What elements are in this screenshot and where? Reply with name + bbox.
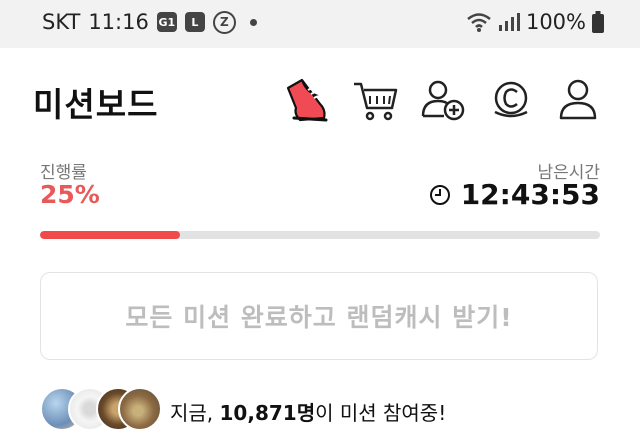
- participants-text: 지금, 10,871명이 미션 참여중!: [170, 397, 446, 426]
- signal-icon: [498, 13, 520, 31]
- progress-bar: [40, 231, 600, 239]
- more-notifications-dot: [249, 18, 257, 26]
- g1-notification-icon: G1: [156, 12, 177, 32]
- sneaker-button[interactable]: [280, 74, 332, 126]
- battery-percent: 100%: [525, 10, 586, 34]
- profile-icon: [559, 79, 597, 120]
- battery-icon: [592, 11, 604, 33]
- coin-icon: [494, 81, 528, 118]
- remaining-time-value: 12:43:53: [460, 178, 600, 211]
- clock: 11:16: [88, 10, 149, 34]
- sneaker-icon: [286, 78, 328, 122]
- random-cash-button-label: 모든 미션 완료하고 랜덤캐시 받기!: [125, 303, 513, 332]
- coin-button[interactable]: [486, 74, 538, 126]
- status-bar-left: SKT 11:16 G1 L Z: [42, 10, 257, 34]
- participants-prefix: 지금,: [170, 401, 220, 425]
- status-bar: SKT 11:16 G1 L Z 100%: [0, 0, 640, 48]
- progress-value: 25%: [40, 180, 100, 209]
- header-actions: [280, 74, 610, 124]
- progress-bar-fill: [40, 231, 180, 239]
- profile-button[interactable]: [554, 74, 606, 126]
- participant-avatars: [40, 387, 165, 433]
- status-bar-right: 100%: [466, 10, 604, 34]
- avatar: [118, 387, 162, 431]
- page-title: 미션보드: [33, 85, 159, 124]
- remaining-time: 12:43:53: [429, 178, 600, 211]
- random-cash-button[interactable]: 모든 미션 완료하고 랜덤캐시 받기!: [40, 272, 598, 360]
- carrier-label: SKT: [42, 10, 81, 34]
- participants-suffix: 이 미션 참여중!: [315, 401, 447, 425]
- add-friend-icon: [421, 80, 465, 121]
- clock-icon: [429, 184, 450, 205]
- z-notification-icon: Z: [212, 10, 236, 34]
- participants-count: 10,871명: [219, 401, 316, 425]
- cart-icon: [354, 82, 398, 121]
- wifi-icon: [467, 13, 491, 32]
- add-friend-button[interactable]: [418, 74, 470, 126]
- cart-button[interactable]: [350, 74, 402, 126]
- l-notification-icon: L: [184, 12, 205, 32]
